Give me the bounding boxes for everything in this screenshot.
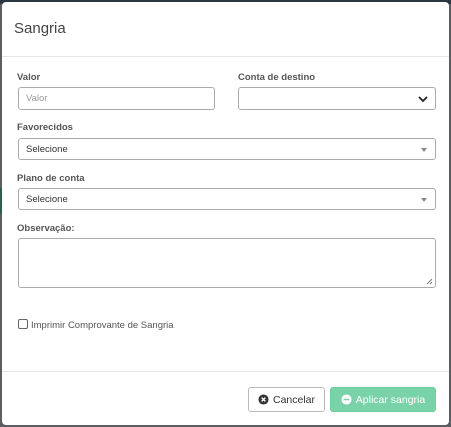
plano-conta-label: Plano de conta: [17, 173, 85, 184]
valor-label: Valor: [17, 72, 41, 83]
dropdown-arrow-icon: [421, 198, 427, 202]
conta-destino-label: Conta de destino: [238, 72, 316, 83]
sangria-modal: Sangria Valor Valor Conta de destino Fav…: [2, 2, 449, 425]
favorecidos-value: Selecione: [26, 143, 68, 155]
modal-title: Sangria: [14, 20, 66, 37]
cancel-button[interactable]: Cancelar: [248, 387, 325, 412]
footer-divider: [2, 371, 449, 372]
dropdown-arrow-icon: [421, 148, 427, 152]
minus-circle-icon: [341, 394, 352, 405]
valor-input[interactable]: Valor: [18, 87, 215, 110]
favorecidos-select[interactable]: Selecione: [18, 138, 436, 160]
plano-conta-value: Selecione: [26, 193, 68, 205]
resize-grip-icon[interactable]: [426, 278, 433, 285]
conta-destino-select[interactable]: [238, 87, 436, 110]
times-circle-icon: [258, 394, 269, 405]
valor-placeholder: Valor: [26, 93, 48, 104]
plano-conta-select[interactable]: Selecione: [18, 188, 436, 210]
modal-header: Sangria: [2, 2, 449, 57]
imprimir-label[interactable]: Imprimir Comprovante de Sangria: [31, 320, 174, 331]
observacao-textarea[interactable]: [18, 238, 436, 288]
apply-sangria-button[interactable]: Aplicar sangria: [330, 387, 436, 412]
apply-label: Aplicar sangria: [355, 393, 426, 406]
cancel-label: Cancelar: [272, 393, 316, 406]
favorecidos-label: Favorecidos: [17, 122, 73, 133]
imprimir-checkbox[interactable]: [18, 319, 28, 329]
chevron-down-icon: [418, 96, 428, 103]
observacao-label: Observação:: [17, 223, 75, 234]
